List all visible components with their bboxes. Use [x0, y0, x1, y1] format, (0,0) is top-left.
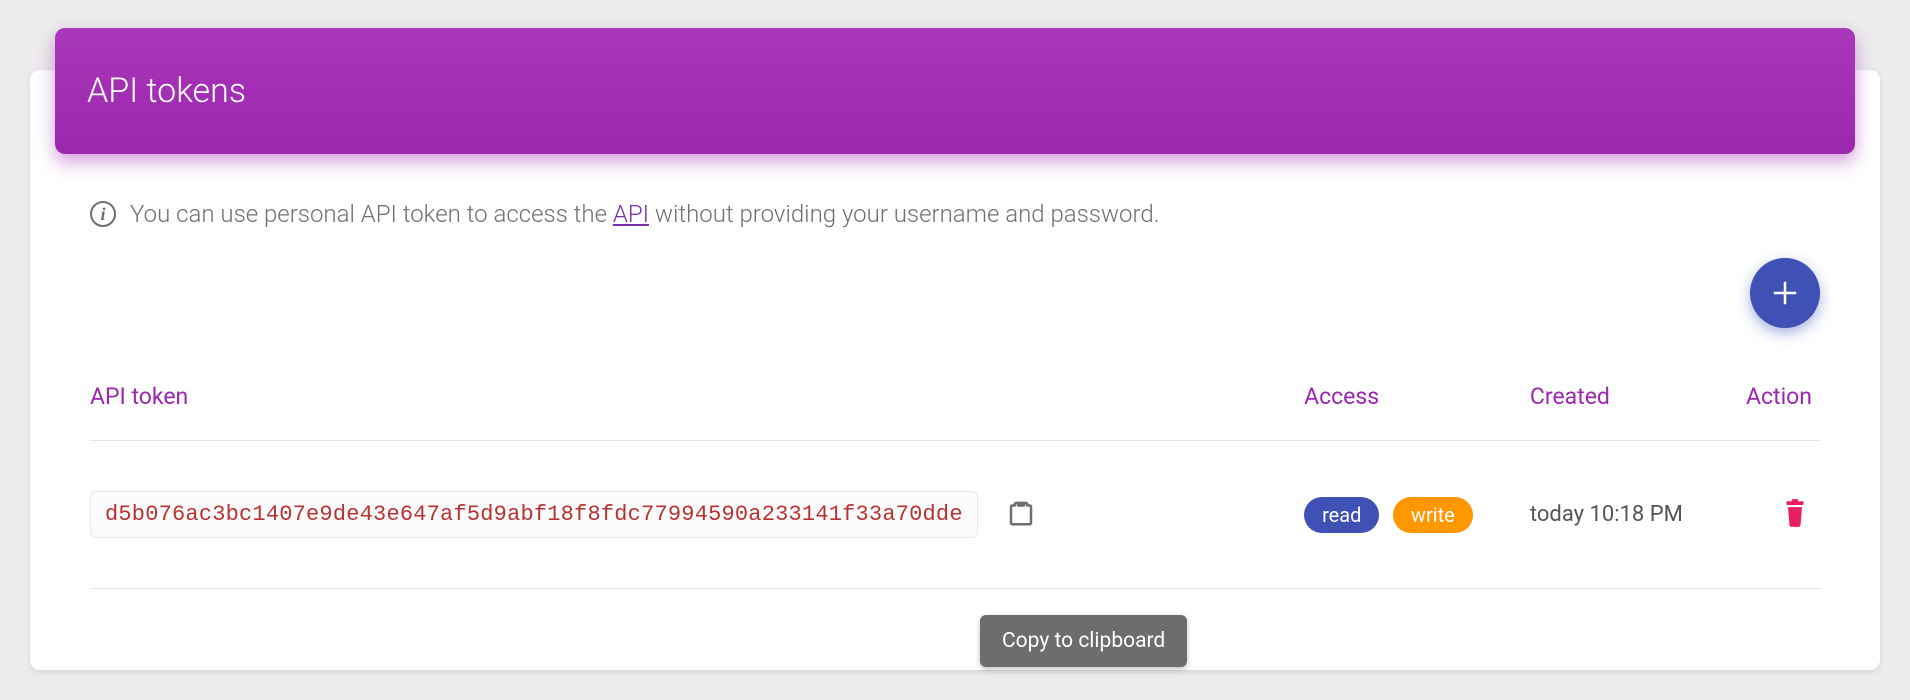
- col-header-action: Action: [1725, 368, 1820, 441]
- clipboard-icon: [1006, 498, 1036, 528]
- info-text-before: You can use personal API token to access…: [130, 200, 613, 228]
- copy-token-button[interactable]: [1002, 494, 1040, 535]
- cell-access: read write: [1304, 441, 1530, 589]
- table-header-row: API token Access Created Action: [90, 368, 1820, 441]
- info-text: You can use personal API token to access…: [130, 200, 1159, 228]
- cell-token: d5b076ac3bc1407e9de43e647af5d9abf18f8fdc…: [90, 441, 1304, 589]
- delete-token-button[interactable]: [1778, 494, 1812, 535]
- access-badge-read: read: [1304, 497, 1379, 533]
- trash-icon: [1782, 498, 1808, 528]
- table-row: d5b076ac3bc1407e9de43e647af5d9abf18f8fdc…: [90, 441, 1820, 589]
- col-header-access: Access: [1304, 368, 1530, 441]
- token-value[interactable]: d5b076ac3bc1407e9de43e647af5d9abf18f8fdc…: [90, 491, 978, 538]
- page-title: API tokens: [87, 71, 246, 111]
- info-icon: [90, 201, 116, 227]
- fab-row: [90, 228, 1820, 368]
- header-bar: API tokens: [55, 28, 1855, 154]
- add-token-button[interactable]: [1750, 258, 1820, 328]
- cell-action: [1725, 441, 1820, 589]
- access-badge-write: write: [1393, 497, 1473, 533]
- api-link[interactable]: API: [613, 200, 649, 228]
- plus-icon: [1770, 278, 1800, 308]
- col-header-created: Created: [1530, 368, 1726, 441]
- tokens-table: API token Access Created Action d5b076ac…: [90, 368, 1820, 589]
- copy-tooltip: Copy to clipboard: [980, 615, 1187, 667]
- info-banner: You can use personal API token to access…: [90, 200, 1820, 228]
- cell-created: today 10:18 PM: [1530, 441, 1726, 589]
- api-tokens-card: You can use personal API token to access…: [30, 70, 1880, 670]
- info-text-after: without providing your username and pass…: [649, 200, 1159, 228]
- col-header-token: API token: [90, 368, 1304, 441]
